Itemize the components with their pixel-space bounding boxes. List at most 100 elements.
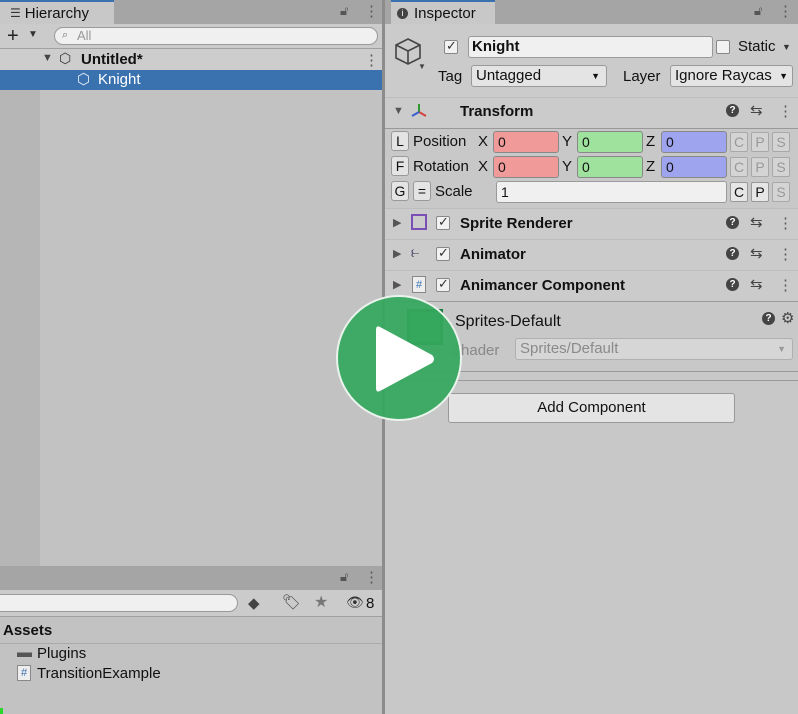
paste-button[interactable]: P: [751, 157, 769, 177]
gameobject-cube-icon: ⬡: [77, 71, 91, 88]
component-title: Animator: [460, 246, 526, 263]
expand-icon[interactable]: ▶: [393, 278, 401, 291]
static-checkbox[interactable]: [716, 40, 730, 54]
gear-icon[interactable]: ⚙: [781, 309, 794, 327]
position-x-field[interactable]: 0: [493, 131, 559, 153]
copy-button[interactable]: C: [730, 182, 748, 202]
presets-icon[interactable]: ⇆: [750, 275, 763, 293]
scene-expand-icon[interactable]: ▼: [42, 52, 53, 64]
expand-icon[interactable]: ▶: [393, 216, 401, 229]
hidden-count: 8: [366, 595, 375, 612]
position-y-field[interactable]: 0: [577, 131, 643, 153]
tab-hierarchy[interactable]: ☰ Hierarchy: [0, 0, 114, 24]
project-search-input[interactable]: [0, 594, 238, 612]
chevron-down-icon[interactable]: ▼: [28, 29, 38, 40]
scene-menu-icon[interactable]: ⋮: [364, 51, 379, 69]
rotation-y-field[interactable]: 0: [577, 156, 643, 178]
rotation-z-field[interactable]: 0: [661, 156, 727, 178]
lock-icon[interactable]: 🔓︎: [340, 3, 348, 19]
lock-icon[interactable]: 🔓︎: [754, 3, 762, 19]
animator-icon: ⥼: [411, 244, 420, 261]
active-checkbox[interactable]: [444, 38, 458, 54]
folder-icon: ▬: [17, 644, 32, 661]
object-name-input[interactable]: Knight: [468, 36, 713, 58]
help-icon[interactable]: ?: [726, 278, 739, 291]
material-name: Sprites-Default: [455, 313, 561, 330]
list-item[interactable]: Plugins: [37, 645, 86, 662]
scale-label: Scale: [435, 183, 473, 200]
component-enabled-checkbox[interactable]: [436, 214, 450, 230]
position-z-field[interactable]: 0: [661, 131, 727, 153]
status-indicator: [0, 708, 3, 714]
add-object-button[interactable]: +: [7, 24, 19, 48]
more-menu-icon[interactable]: ⋮: [364, 568, 379, 586]
tag-dropdown[interactable]: Untagged ▼: [471, 65, 607, 87]
help-icon[interactable]: ?: [726, 104, 739, 117]
help-icon[interactable]: ?: [762, 312, 775, 325]
video-play-overlay[interactable]: [336, 295, 462, 421]
y-label: Y: [562, 133, 573, 150]
hierarchy-item-knight[interactable]: [0, 70, 382, 90]
transform-title: Transform: [460, 103, 534, 120]
presets-icon[interactable]: ⇆: [750, 244, 763, 262]
scale-field[interactable]: 1: [496, 181, 727, 203]
snap-button[interactable]: S: [772, 157, 790, 177]
x-label: X: [478, 158, 489, 175]
component-enabled-checkbox[interactable]: [436, 276, 450, 292]
help-icon[interactable]: ?: [726, 216, 739, 229]
more-menu-icon[interactable]: ⋮: [778, 2, 793, 20]
presets-icon[interactable]: ⇆: [750, 101, 763, 119]
component-menu-icon[interactable]: ⋮: [778, 102, 793, 120]
static-dropdown-icon[interactable]: ▼: [782, 42, 791, 52]
lock-icon[interactable]: 🔓︎: [340, 569, 348, 585]
layer-label: Layer: [623, 68, 661, 85]
expand-icon[interactable]: ▶: [393, 247, 401, 260]
x-label: X: [478, 133, 489, 150]
paste-button[interactable]: P: [751, 182, 769, 202]
tab-inspector[interactable]: i Inspector: [391, 0, 495, 24]
project-tabbar: [0, 566, 382, 590]
more-menu-icon[interactable]: ⋮: [364, 2, 379, 20]
filter-by-label-icon[interactable]: 🏷︎: [282, 593, 301, 611]
expand-icon[interactable]: ▼: [393, 105, 404, 117]
copy-button[interactable]: C: [730, 132, 748, 152]
search-input[interactable]: ⌕ All: [54, 27, 378, 45]
filter-by-type-icon[interactable]: ◆: [248, 594, 260, 612]
scale-link-button[interactable]: =: [413, 181, 431, 201]
component-enabled-checkbox[interactable]: [436, 245, 450, 261]
static-label: Static: [738, 38, 776, 55]
help-icon[interactable]: ?: [726, 247, 739, 260]
transform-icon: [411, 104, 427, 117]
component-menu-icon[interactable]: ⋮: [778, 276, 793, 294]
hidden-packages-icon[interactable]: 👁︎: [346, 594, 364, 611]
rotation-mode-button[interactable]: F: [391, 156, 409, 176]
list-item[interactable]: TransitionExample: [37, 665, 161, 682]
shader-dropdown[interactable]: Sprites/Default ▼: [515, 338, 793, 360]
paste-button[interactable]: P: [751, 132, 769, 152]
z-label: Z: [646, 133, 656, 150]
object-name-value: Knight: [472, 38, 520, 55]
rotation-x-field[interactable]: 0: [493, 156, 559, 178]
component-title: Animancer Component: [460, 277, 626, 294]
snap-button[interactable]: S: [772, 182, 790, 202]
search-placeholder: All: [77, 28, 92, 43]
scene-row[interactable]: [0, 49, 382, 71]
component-menu-icon[interactable]: ⋮: [778, 245, 793, 263]
component-menu-icon[interactable]: ⋮: [778, 214, 793, 232]
rotation-label: Rotation: [413, 158, 469, 175]
snap-button[interactable]: S: [772, 132, 790, 152]
add-component-button[interactable]: Add Component: [448, 393, 735, 423]
layer-dropdown[interactable]: Ignore Raycas ▼: [670, 65, 793, 87]
icon-dropdown-arrow[interactable]: ▼: [418, 62, 426, 71]
assets-breadcrumb[interactable]: Assets: [3, 622, 52, 639]
hierarchy-panel: ☰ Hierarchy 🔓︎ ⋮ + ▼ ⌕ All ▼ ⬡ Untitled*…: [0, 0, 382, 566]
copy-button[interactable]: C: [730, 157, 748, 177]
play-icon: [376, 326, 434, 392]
scale-mode-button[interactable]: G: [391, 181, 409, 201]
presets-icon[interactable]: ⇆: [750, 213, 763, 231]
position-local-button[interactable]: L: [391, 131, 409, 151]
favorite-star-icon[interactable]: ★: [314, 592, 328, 612]
chevron-down-icon: ▼: [779, 66, 788, 86]
script-icon: #: [412, 276, 426, 293]
hierarchy-tab-label: Hierarchy: [24, 4, 89, 22]
